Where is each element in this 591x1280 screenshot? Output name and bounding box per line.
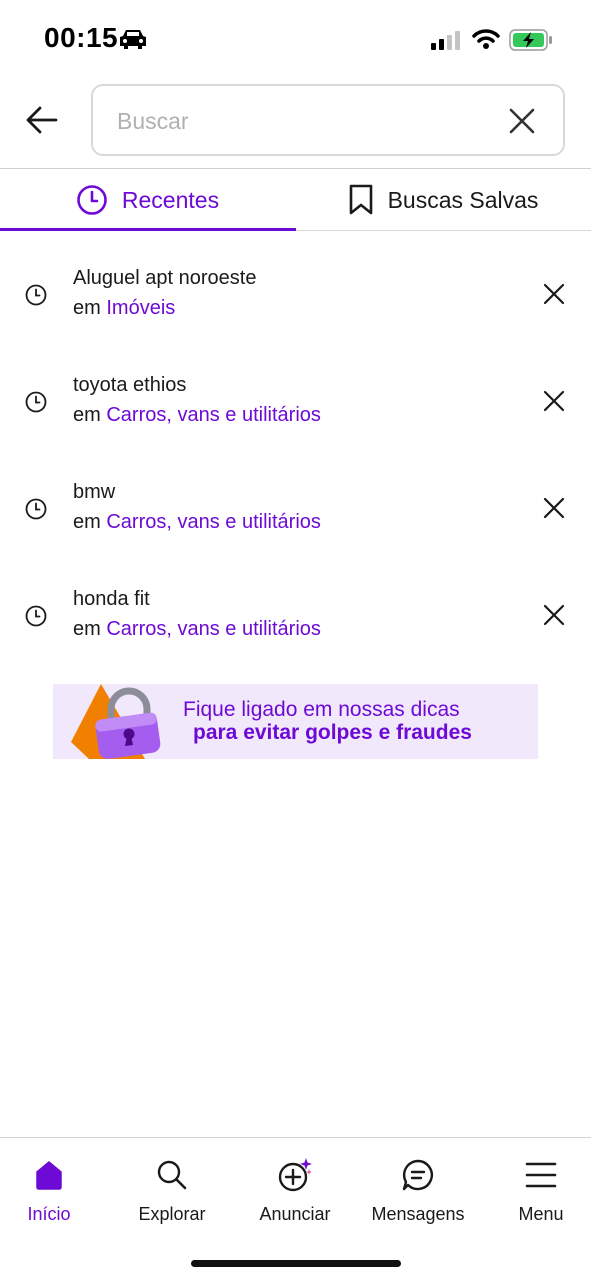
recent-search-item[interactable]: toyota ethios em Carros, vans e utilitár…: [0, 361, 591, 468]
clock-icon: [25, 284, 47, 311]
recent-search-category-line: em Carros, vans e utilitários: [73, 511, 321, 534]
nav-label: Explorar: [138, 1204, 206, 1224]
close-icon: [509, 108, 535, 134]
banner-title: Fique ligado em nossas dicas: [183, 698, 460, 721]
back-button[interactable]: [22, 100, 62, 140]
padlock-warning-icon: [71, 684, 161, 759]
home-icon: [0, 1150, 108, 1200]
clock-icon: [25, 605, 47, 632]
clear-search-button[interactable]: [507, 106, 537, 136]
tab-buscas-salvas[interactable]: Buscas Salvas: [295, 170, 591, 230]
close-icon: [543, 390, 565, 412]
remove-recent-button[interactable]: [543, 497, 565, 519]
cellular-signal-icon: [431, 30, 463, 55]
category-link[interactable]: Imóveis: [106, 297, 175, 319]
recent-search-category-line: em Carros, vans e utilitários: [73, 404, 321, 427]
wifi-icon: [472, 28, 500, 55]
category-prefix: em: [73, 618, 101, 640]
category-prefix: em: [73, 297, 101, 319]
banner-subtitle: para evitar golpes e fraudes: [193, 721, 472, 744]
recent-search-item[interactable]: Aluguel apt noroeste em Imóveis: [0, 254, 591, 361]
bottom-nav-divider: [0, 1137, 591, 1138]
search-input[interactable]: [115, 100, 499, 142]
category-link[interactable]: Carros, vans e utilitários: [106, 511, 321, 533]
recent-search-query: honda fit: [73, 588, 150, 610]
tab-label: Recentes: [121, 186, 220, 213]
search-box: [91, 84, 565, 156]
nav-label: Mensagens: [371, 1204, 465, 1224]
recent-search-category-line: em Carros, vans e utilitários: [73, 618, 321, 641]
clock-icon: [76, 184, 108, 216]
active-tab-indicator: [0, 228, 296, 231]
car-icon: [118, 28, 148, 55]
category-prefix: em: [73, 511, 101, 533]
category-link[interactable]: Carros, vans e utilitários: [106, 404, 321, 426]
add-sparkle-icon: [236, 1150, 354, 1200]
tab-label: Buscas Salvas: [387, 186, 539, 213]
nav-label: Menu: [518, 1204, 564, 1224]
status-time: 00:15: [44, 22, 119, 53]
security-tips-banner[interactable]: Fique ligado em nossas dicas para evitar…: [53, 684, 538, 759]
close-icon: [543, 497, 565, 519]
battery-charging-icon: [509, 29, 553, 56]
recent-search-query: bmw: [73, 481, 116, 503]
nav-menu[interactable]: Menu: [482, 1150, 591, 1230]
clock-icon: [25, 498, 47, 525]
recent-search-item[interactable]: bmw em Carros, vans e utilitários: [0, 468, 591, 575]
bookmark-icon: [348, 184, 374, 216]
nav-anunciar[interactable]: Anunciar: [236, 1150, 354, 1230]
category-prefix: em: [73, 404, 101, 426]
header-divider: [0, 168, 591, 169]
nav-label: Anunciar: [259, 1204, 331, 1224]
menu-icon: [482, 1150, 591, 1200]
remove-recent-button[interactable]: [543, 604, 565, 626]
close-icon: [543, 604, 565, 626]
arrow-left-icon: [26, 106, 58, 134]
recent-search-query: Aluguel apt noroeste: [73, 267, 257, 289]
nav-explorar[interactable]: Explorar: [113, 1150, 231, 1230]
recent-search-query: toyota ethios: [73, 374, 187, 396]
nav-inicio[interactable]: Início: [0, 1150, 108, 1230]
tab-recentes[interactable]: Recentes: [0, 170, 295, 230]
remove-recent-button[interactable]: [543, 390, 565, 412]
nav-label: Início: [27, 1204, 71, 1224]
chat-icon: [359, 1150, 477, 1200]
remove-recent-button[interactable]: [543, 283, 565, 305]
recent-search-item[interactable]: honda fit em Carros, vans e utilitários: [0, 575, 591, 682]
category-link[interactable]: Carros, vans e utilitários: [106, 618, 321, 640]
home-indicator: [191, 1260, 401, 1267]
clock-icon: [25, 391, 47, 418]
recent-search-category-line: em Imóveis: [73, 297, 175, 320]
close-icon: [543, 283, 565, 305]
search-icon: [113, 1150, 231, 1200]
nav-mensagens[interactable]: Mensagens: [359, 1150, 477, 1230]
